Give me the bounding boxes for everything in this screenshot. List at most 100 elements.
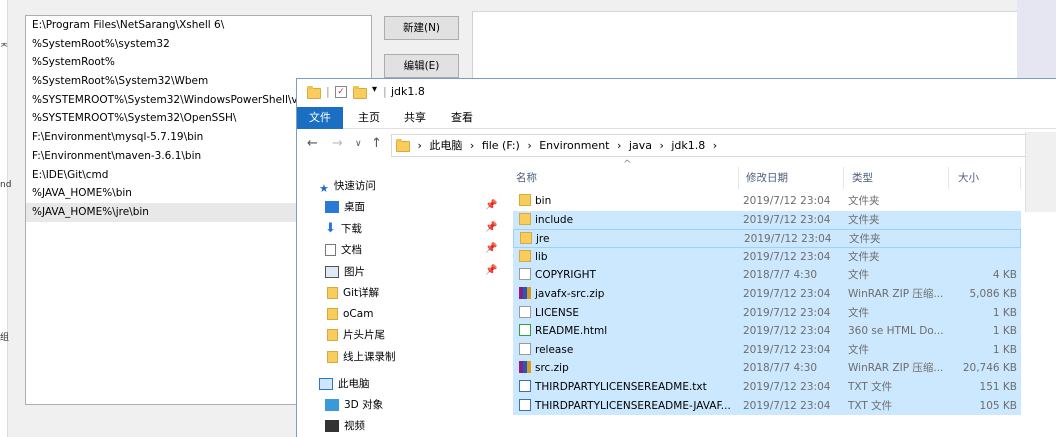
pin-icon[interactable]: 📌 — [485, 243, 497, 254]
nav-item-videos[interactable]: 视频 — [325, 417, 365, 435]
file-date: 2019/7/12 23:04 — [743, 213, 831, 226]
edge-text: nd — [0, 180, 12, 190]
column-date[interactable]: 修改日期 — [746, 169, 788, 187]
folder-icon — [519, 249, 531, 262]
new-button[interactable]: 新建(N) — [384, 16, 459, 40]
nav-item-pictures[interactable]: 图片 — [325, 263, 365, 281]
file-type: 文件夹 — [848, 250, 880, 263]
file-explorer-window: | ✓ ▾ | jdk1.8 文件 主页 共享 查看 ← → ∨ ↑ › 此电脑… — [296, 78, 1056, 437]
file-type: TXT 文件 — [848, 399, 893, 412]
breadcrumb-item[interactable]: java — [629, 139, 652, 152]
file-name: src.zip — [519, 359, 569, 378]
file-date: 2019/7/12 23:04 — [743, 306, 831, 319]
path-item[interactable]: %SystemRoot%\system32 — [26, 35, 371, 54]
edit-button[interactable]: 编辑(E) — [384, 54, 459, 78]
tab-share[interactable]: 共享 — [395, 107, 435, 129]
nav-this-pc[interactable]: 此电脑 — [319, 375, 370, 393]
breadcrumb-item[interactable]: Environment — [539, 139, 609, 152]
recent-chevron-icon[interactable]: ∨ — [355, 139, 362, 149]
nav-item-intro[interactable]: 片头片尾 — [327, 326, 385, 344]
address-bar-row: ← → ∨ ↑ › 此电脑 › file (F:) › Environment … — [297, 130, 1056, 160]
column-divider[interactable] — [1020, 167, 1021, 189]
forward-arrow-icon[interactable]: → — [332, 136, 343, 151]
breadcrumb-item[interactable]: file (F:) — [482, 139, 520, 152]
tab-home[interactable]: 主页 — [349, 107, 389, 129]
nav-item-ocam[interactable]: oCam — [327, 305, 373, 323]
column-divider[interactable] — [948, 167, 949, 189]
file-size: 1 KB — [992, 325, 1017, 338]
file-row[interactable]: javafx-src.zip 2019/7/12 23:04 WinRAR ZIP … — [513, 285, 1021, 304]
pin-icon[interactable]: 📌 — [485, 265, 497, 276]
file-date: 2019/7/12 23:04 — [743, 325, 831, 338]
file-row[interactable]: release 2019/7/12 23:04 文件 1 KB — [513, 340, 1021, 360]
background-window-edge: ᄎ nd 组 — [0, 0, 12, 437]
nav-item-documents[interactable]: 文档 — [325, 241, 362, 259]
pin-icon[interactable]: 📌 — [485, 200, 497, 211]
picture-icon — [325, 266, 339, 278]
file-size: 1 KB — [992, 306, 1017, 319]
file-name: include — [519, 211, 573, 230]
file-date: 2019/7/12 23:04 — [743, 381, 831, 393]
title-bar: | ✓ ▾ | jdk1.8 — [297, 79, 1056, 107]
file-type: 文件 — [848, 343, 869, 356]
path-item[interactable]: %SystemRoot% — [26, 53, 371, 72]
zip-icon — [519, 361, 531, 374]
file-name: release — [519, 341, 573, 360]
file-date: 2019/7/12 23:04 — [744, 233, 832, 246]
separator: | — [383, 85, 387, 98]
file-type: WinRAR ZIP 压缩... — [848, 288, 944, 300]
file-name: jre — [520, 230, 549, 249]
txt-icon — [519, 380, 531, 392]
nav-item-downloads[interactable]: ⬇ 下载 — [325, 220, 362, 238]
folder-icon — [520, 232, 532, 245]
back-arrow-icon[interactable]: ← — [307, 136, 318, 151]
column-name[interactable]: 名称 — [516, 169, 537, 187]
file-row[interactable]: README.html 2019/7/12 23:04 360 se HTML Do… — [513, 322, 1021, 341]
folder-icon — [327, 287, 338, 299]
zip-icon — [519, 287, 531, 299]
folder-icon — [307, 86, 321, 99]
file-row[interactable]: bin 2019/7/12 23:04 文件夹 — [513, 192, 1021, 211]
file-row[interactable]: THIRDPARTYLICENSEREADME.txt 2019/7/12 23:… — [513, 378, 1021, 397]
breadcrumb-item[interactable]: 此电脑 — [429, 139, 462, 152]
desktop-icon — [325, 201, 339, 213]
file-list: ^ 名称 修改日期 类型 大小 bin 2019/7/12 23:04 文件夹 inc… — [503, 159, 1056, 437]
file-size: 4 KB — [992, 269, 1017, 282]
tab-file[interactable]: 文件 — [297, 107, 343, 129]
breadcrumb-sep: › — [659, 139, 664, 152]
up-arrow-icon[interactable]: ↑ — [371, 136, 382, 151]
quick-access-dropdown-icon[interactable]: ▾ — [372, 84, 377, 95]
sort-ascending-icon: ^ — [623, 159, 632, 170]
column-headers: ^ 名称 修改日期 类型 大小 — [503, 159, 1056, 189]
folder-icon — [327, 308, 338, 320]
column-divider[interactable] — [738, 167, 739, 189]
nav-item-3d-objects[interactable]: 3D 对象 — [325, 396, 383, 414]
column-size[interactable]: 大小 — [958, 169, 979, 187]
file-date: 2019/7/12 23:04 — [743, 399, 831, 412]
breadcrumb-item[interactable]: jdk1.8 — [671, 139, 705, 152]
nav-item-git[interactable]: Git详解 — [327, 284, 379, 302]
file-row[interactable]: include 2019/7/12 23:04 文件夹 — [513, 210, 1021, 230]
navigation-pane: ★ 快速访问 桌面 📌 ⬇ 下载 📌 文档 📌 图片 📌 Git详解 oCam 片头… — [297, 165, 502, 437]
properties-icon[interactable]: ✓ — [335, 86, 347, 98]
address-box[interactable]: › 此电脑 › file (F:) › Environment › java ›… — [391, 134, 1056, 157]
file-row[interactable]: COPYRIGHT 2018/7/7 4:30 文件 4 KB — [513, 266, 1021, 285]
column-type[interactable]: 类型 — [852, 169, 873, 187]
file-row[interactable]: LICENSE 2019/7/12 23:04 文件 1 KB — [513, 303, 1021, 323]
file-row[interactable]: lib 2019/7/12 23:04 文件夹 — [513, 247, 1021, 267]
file-row[interactable]: src.zip 2018/7/7 4:30 WinRAR ZIP 压缩... 20,7… — [513, 359, 1021, 378]
file-name: lib — [519, 248, 548, 267]
file-name: bin — [519, 192, 551, 211]
column-divider[interactable] — [843, 167, 844, 189]
star-icon: ★ — [319, 182, 329, 195]
nav-item-desktop[interactable]: 桌面 — [325, 198, 365, 216]
path-item[interactable]: E:\Program Files\NetSarang\Xshell 6\ — [26, 16, 371, 35]
tab-view[interactable]: 查看 — [442, 107, 482, 129]
nav-quick-access[interactable]: ★ 快速访问 — [319, 177, 376, 195]
folder-icon — [519, 212, 531, 225]
nav-item-recording[interactable]: 线上课录制 — [327, 348, 396, 366]
pin-icon[interactable]: 📌 — [485, 222, 497, 233]
new-folder-icon[interactable] — [353, 86, 367, 99]
file-row[interactable]: jre 2019/7/12 23:04 文件夹 — [513, 229, 1021, 248]
file-row[interactable]: THIRDPARTYLICENSEREADME-JAVAF... 2019/7/1… — [513, 396, 1021, 416]
